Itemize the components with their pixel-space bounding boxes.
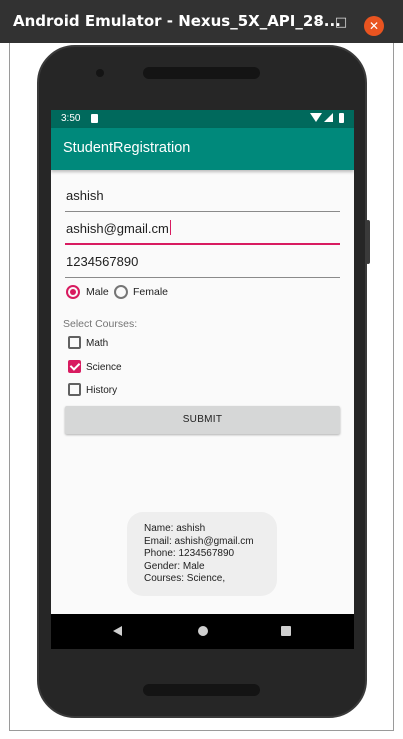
submit-button[interactable]: SUBMIT — [65, 406, 340, 434]
wifi-icon — [310, 113, 322, 122]
phone-field-value: 1234567890 — [66, 254, 139, 269]
toast-line: Email: ashish@gmail.cm — [144, 535, 254, 547]
window-titlebar[interactable]: Android Emulator - Nexus_5X_API_28... – … — [0, 0, 403, 43]
recents-icon[interactable] — [281, 626, 291, 636]
text-cursor — [169, 220, 171, 235]
top-speaker — [143, 67, 260, 79]
status-bar: 3:50 — [51, 110, 354, 128]
name-field-value: ashish — [66, 188, 104, 203]
toast-line: Name: ashish — [144, 523, 206, 534]
radio-female[interactable] — [114, 285, 128, 299]
signal-icon — [324, 113, 333, 122]
status-time: 3:50 — [61, 113, 81, 124]
toast-line: Courses: Science, — [144, 573, 226, 584]
name-field[interactable]: ashish — [65, 184, 340, 212]
radio-male[interactable] — [66, 285, 80, 299]
bottom-speaker — [143, 684, 260, 696]
checkbox-math-label[interactable]: Math — [86, 338, 108, 349]
toast-line: Phone: 1234567890 — [144, 548, 235, 559]
phone-screen: 3:50 StudentRegistration ashish ashish@g… — [51, 110, 354, 649]
radio-female-label[interactable]: Female — [133, 286, 168, 298]
app-title: StudentRegistration — [63, 140, 191, 156]
checkbox-math[interactable] — [68, 336, 81, 349]
maximize-icon[interactable]: □ — [331, 13, 351, 33]
front-camera-icon — [96, 69, 104, 77]
minimize-icon[interactable]: – — [309, 13, 329, 33]
back-icon[interactable] — [113, 626, 122, 636]
emulator-window: Android Emulator - Nexus_5X_API_28... – … — [0, 0, 403, 739]
battery-icon — [339, 113, 344, 123]
radio-male-label[interactable]: Male — [86, 286, 109, 298]
checkbox-history[interactable] — [68, 383, 81, 396]
phone-field[interactable]: 1234567890 — [65, 250, 340, 278]
checkbox-history-label[interactable]: History — [86, 385, 117, 396]
close-icon[interactable]: ✕ — [364, 16, 384, 36]
email-field-value: ashish@gmail.cm — [66, 221, 169, 236]
home-icon[interactable] — [198, 626, 208, 636]
result-toast: Name: ashish Email: ashish@gmail.cm Phon… — [127, 512, 277, 596]
checkbox-science[interactable] — [68, 360, 81, 373]
checkbox-science-label[interactable]: Science — [86, 362, 122, 373]
sd-card-icon — [91, 114, 98, 123]
app-bar: StudentRegistration — [51, 128, 354, 170]
courses-label: Select Courses: — [63, 318, 138, 330]
window-title: Android Emulator - Nexus_5X_API_28... — [13, 12, 341, 30]
power-button[interactable] — [366, 220, 370, 264]
nav-bar — [51, 614, 354, 649]
toast-line: Gender: Male — [144, 560, 205, 572]
email-field[interactable]: ashish@gmail.cm — [65, 217, 340, 245]
